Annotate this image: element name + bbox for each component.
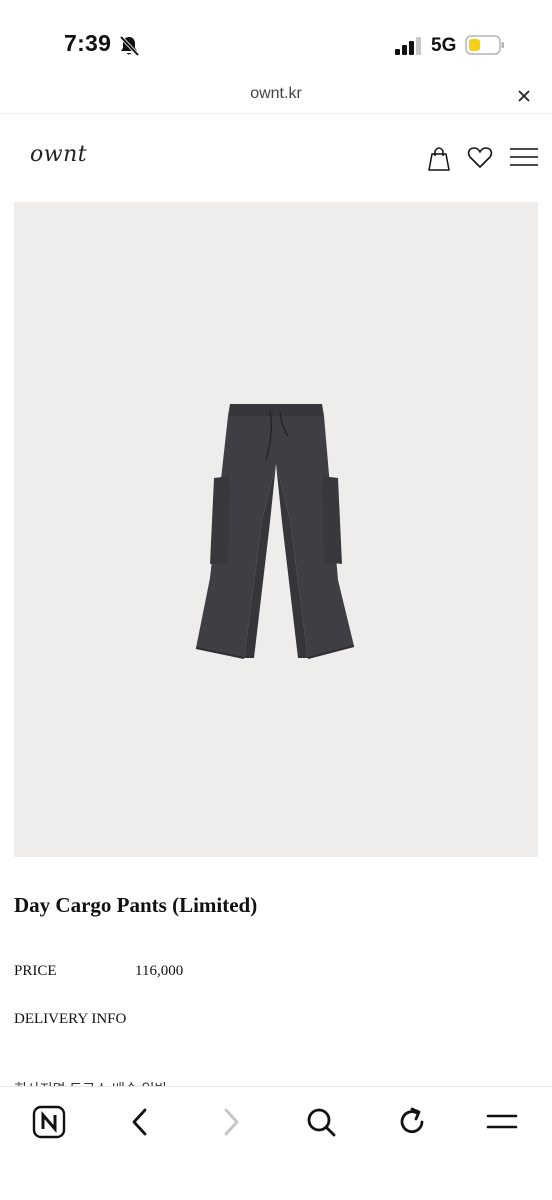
close-icon[interactable]: [514, 86, 534, 106]
search-icon[interactable]: [304, 1105, 338, 1139]
bell-slash-icon: [119, 35, 140, 57]
network-label: 5G: [431, 35, 457, 56]
product-image[interactable]: [14, 202, 538, 857]
shopping-bag-icon[interactable]: [426, 144, 452, 172]
signal-icon: [395, 37, 421, 55]
menu-icon[interactable]: [485, 1105, 519, 1139]
battery-icon: [465, 35, 504, 55]
status-time: 7:39: [64, 30, 112, 56]
back-arrow-icon[interactable]: [123, 1105, 157, 1139]
forward-arrow-icon[interactable]: [214, 1105, 248, 1139]
heart-icon[interactable]: [467, 145, 493, 169]
site-logo[interactable]: ownt: [30, 142, 87, 167]
hamburger-menu-icon[interactable]: [509, 146, 539, 168]
url-bar[interactable]: ownt.kr: [0, 82, 552, 114]
price-value: 116,000: [135, 963, 184, 979]
site-header: ownt: [0, 114, 552, 200]
price-label: PRICE: [14, 963, 57, 979]
reload-icon[interactable]: [395, 1105, 429, 1139]
product-pants-image: [195, 404, 355, 659]
naver-n-icon[interactable]: [32, 1105, 66, 1139]
status-bar: 7:39 5G: [0, 0, 552, 82]
browser-toolbar: [0, 1086, 552, 1200]
product-title: Day Cargo Pants (Limited): [14, 893, 258, 917]
delivery-info-label[interactable]: DELIVERY INFO: [14, 1011, 126, 1028]
url-text[interactable]: ownt.kr: [0, 85, 552, 103]
